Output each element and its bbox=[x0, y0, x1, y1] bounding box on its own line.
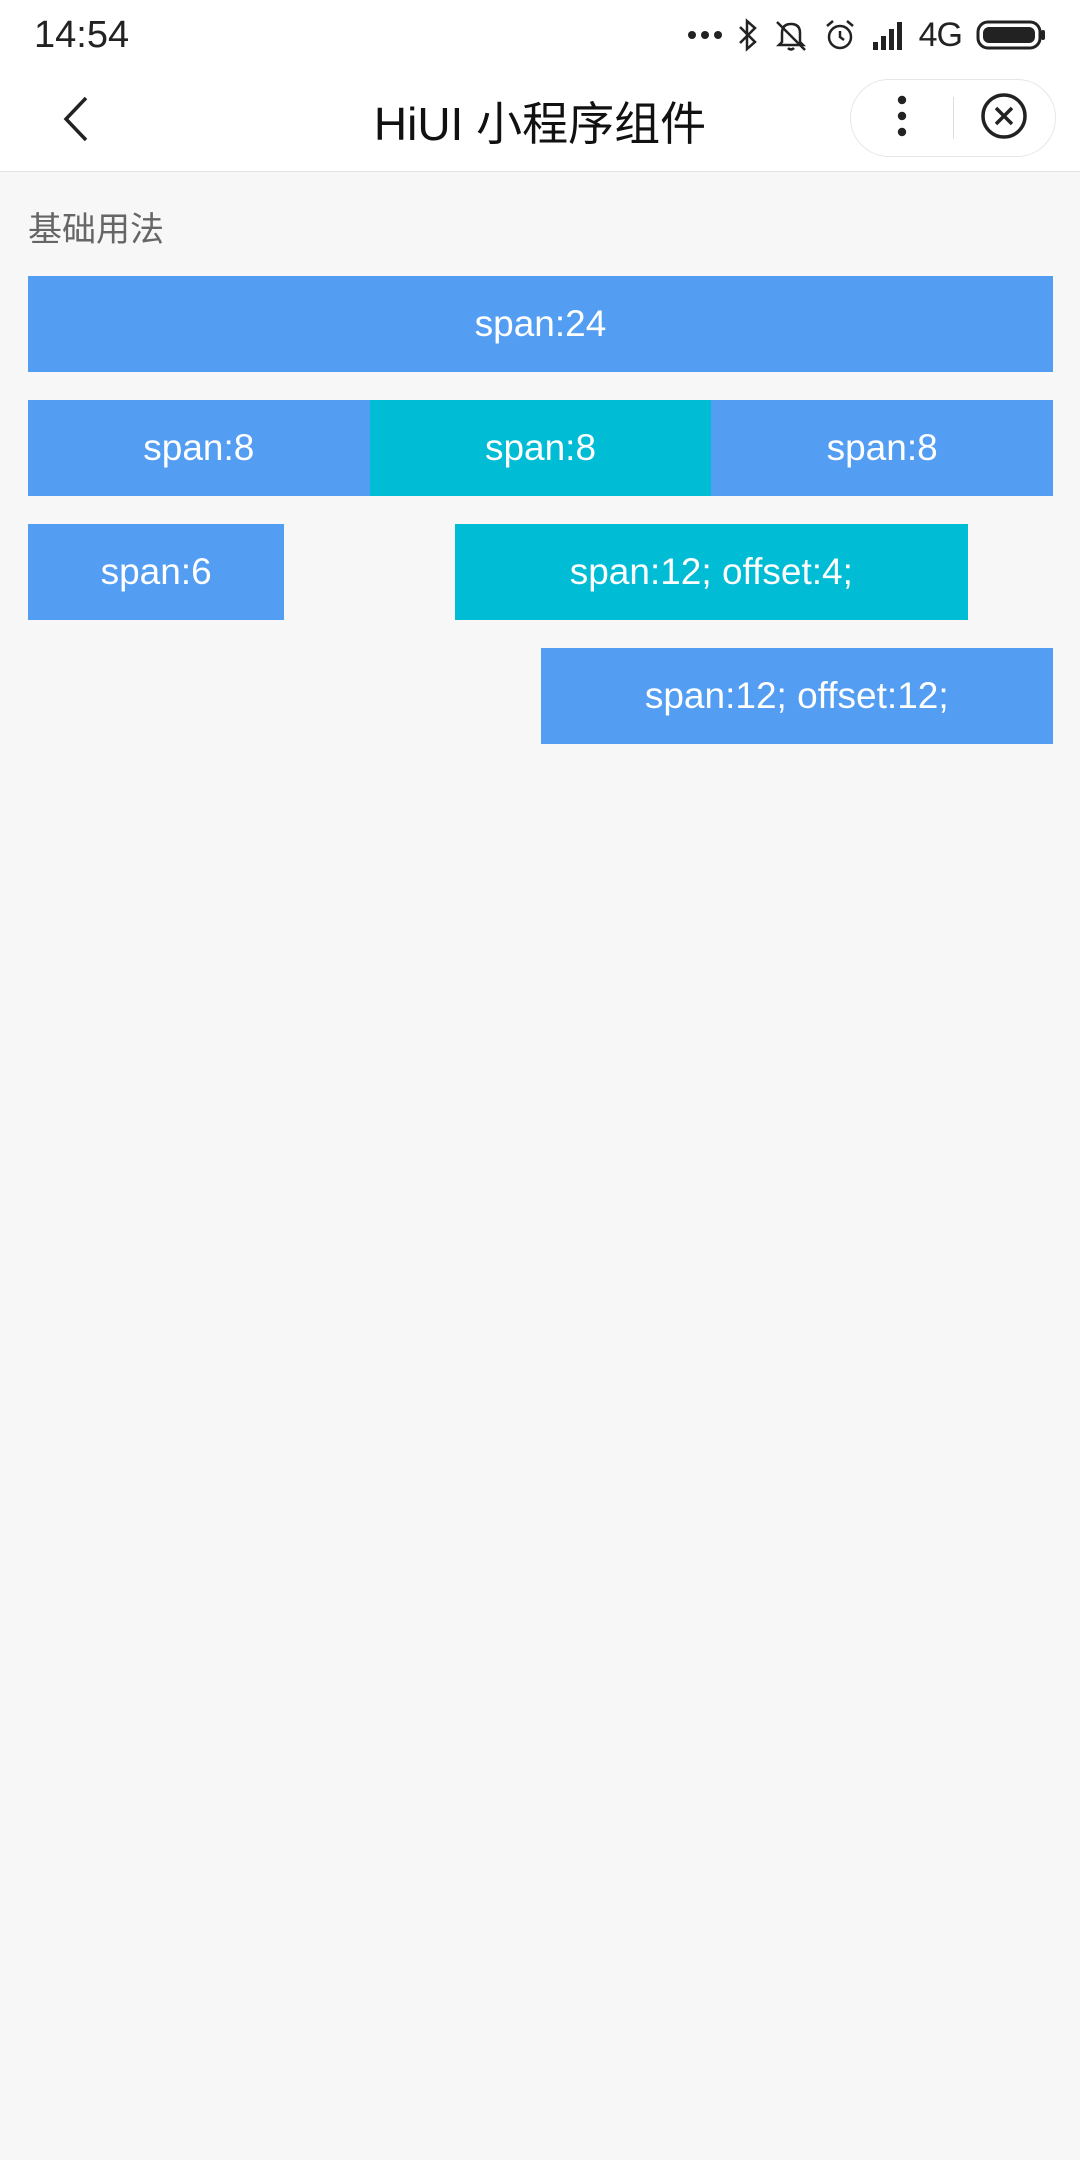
grid-col: span:12; offset:12; bbox=[540, 648, 1053, 744]
more-vertical-icon bbox=[897, 95, 907, 142]
grid-col: span:8 bbox=[28, 400, 370, 496]
grid-row: span:6 span:12; offset:4; bbox=[28, 524, 1053, 620]
chevron-left-icon bbox=[58, 94, 92, 149]
battery-icon bbox=[976, 18, 1046, 52]
back-button[interactable] bbox=[48, 94, 102, 148]
section-title: 基础用法 bbox=[28, 211, 164, 249]
grid-col: span:12; offset:4; bbox=[455, 524, 968, 620]
status-time: 14:54 bbox=[34, 13, 130, 56]
more-button[interactable] bbox=[851, 79, 953, 157]
grid-col: span:24 bbox=[28, 276, 1053, 372]
grid-row: span:24 bbox=[28, 276, 1053, 372]
signal-icon bbox=[871, 20, 905, 50]
close-button[interactable] bbox=[954, 79, 1056, 157]
grid-col: span:6 bbox=[28, 524, 285, 620]
close-circle-icon bbox=[979, 91, 1029, 146]
mute-icon bbox=[773, 18, 809, 52]
status-icons: 4G bbox=[687, 16, 1046, 55]
grid-demo: span:24 span:8 span:8 span:8 span:6 span:12; … bbox=[28, 276, 1053, 772]
nav-bar: HiUI 小程序组件 bbox=[0, 70, 1080, 172]
alarm-icon bbox=[823, 18, 857, 52]
grid-col: span:8 bbox=[711, 400, 1053, 496]
grid-row: span:12; offset:12; bbox=[28, 648, 1053, 744]
bluetooth-icon bbox=[737, 18, 759, 52]
capsule-menu bbox=[850, 79, 1056, 157]
network-type: 4G bbox=[918, 15, 963, 54]
grid-row: span:8 span:8 span:8 bbox=[28, 400, 1053, 496]
grid-col: span:8 bbox=[369, 400, 712, 496]
more-dots-icon bbox=[687, 29, 723, 41]
status-bar: 14:54 4G bbox=[0, 0, 1080, 70]
